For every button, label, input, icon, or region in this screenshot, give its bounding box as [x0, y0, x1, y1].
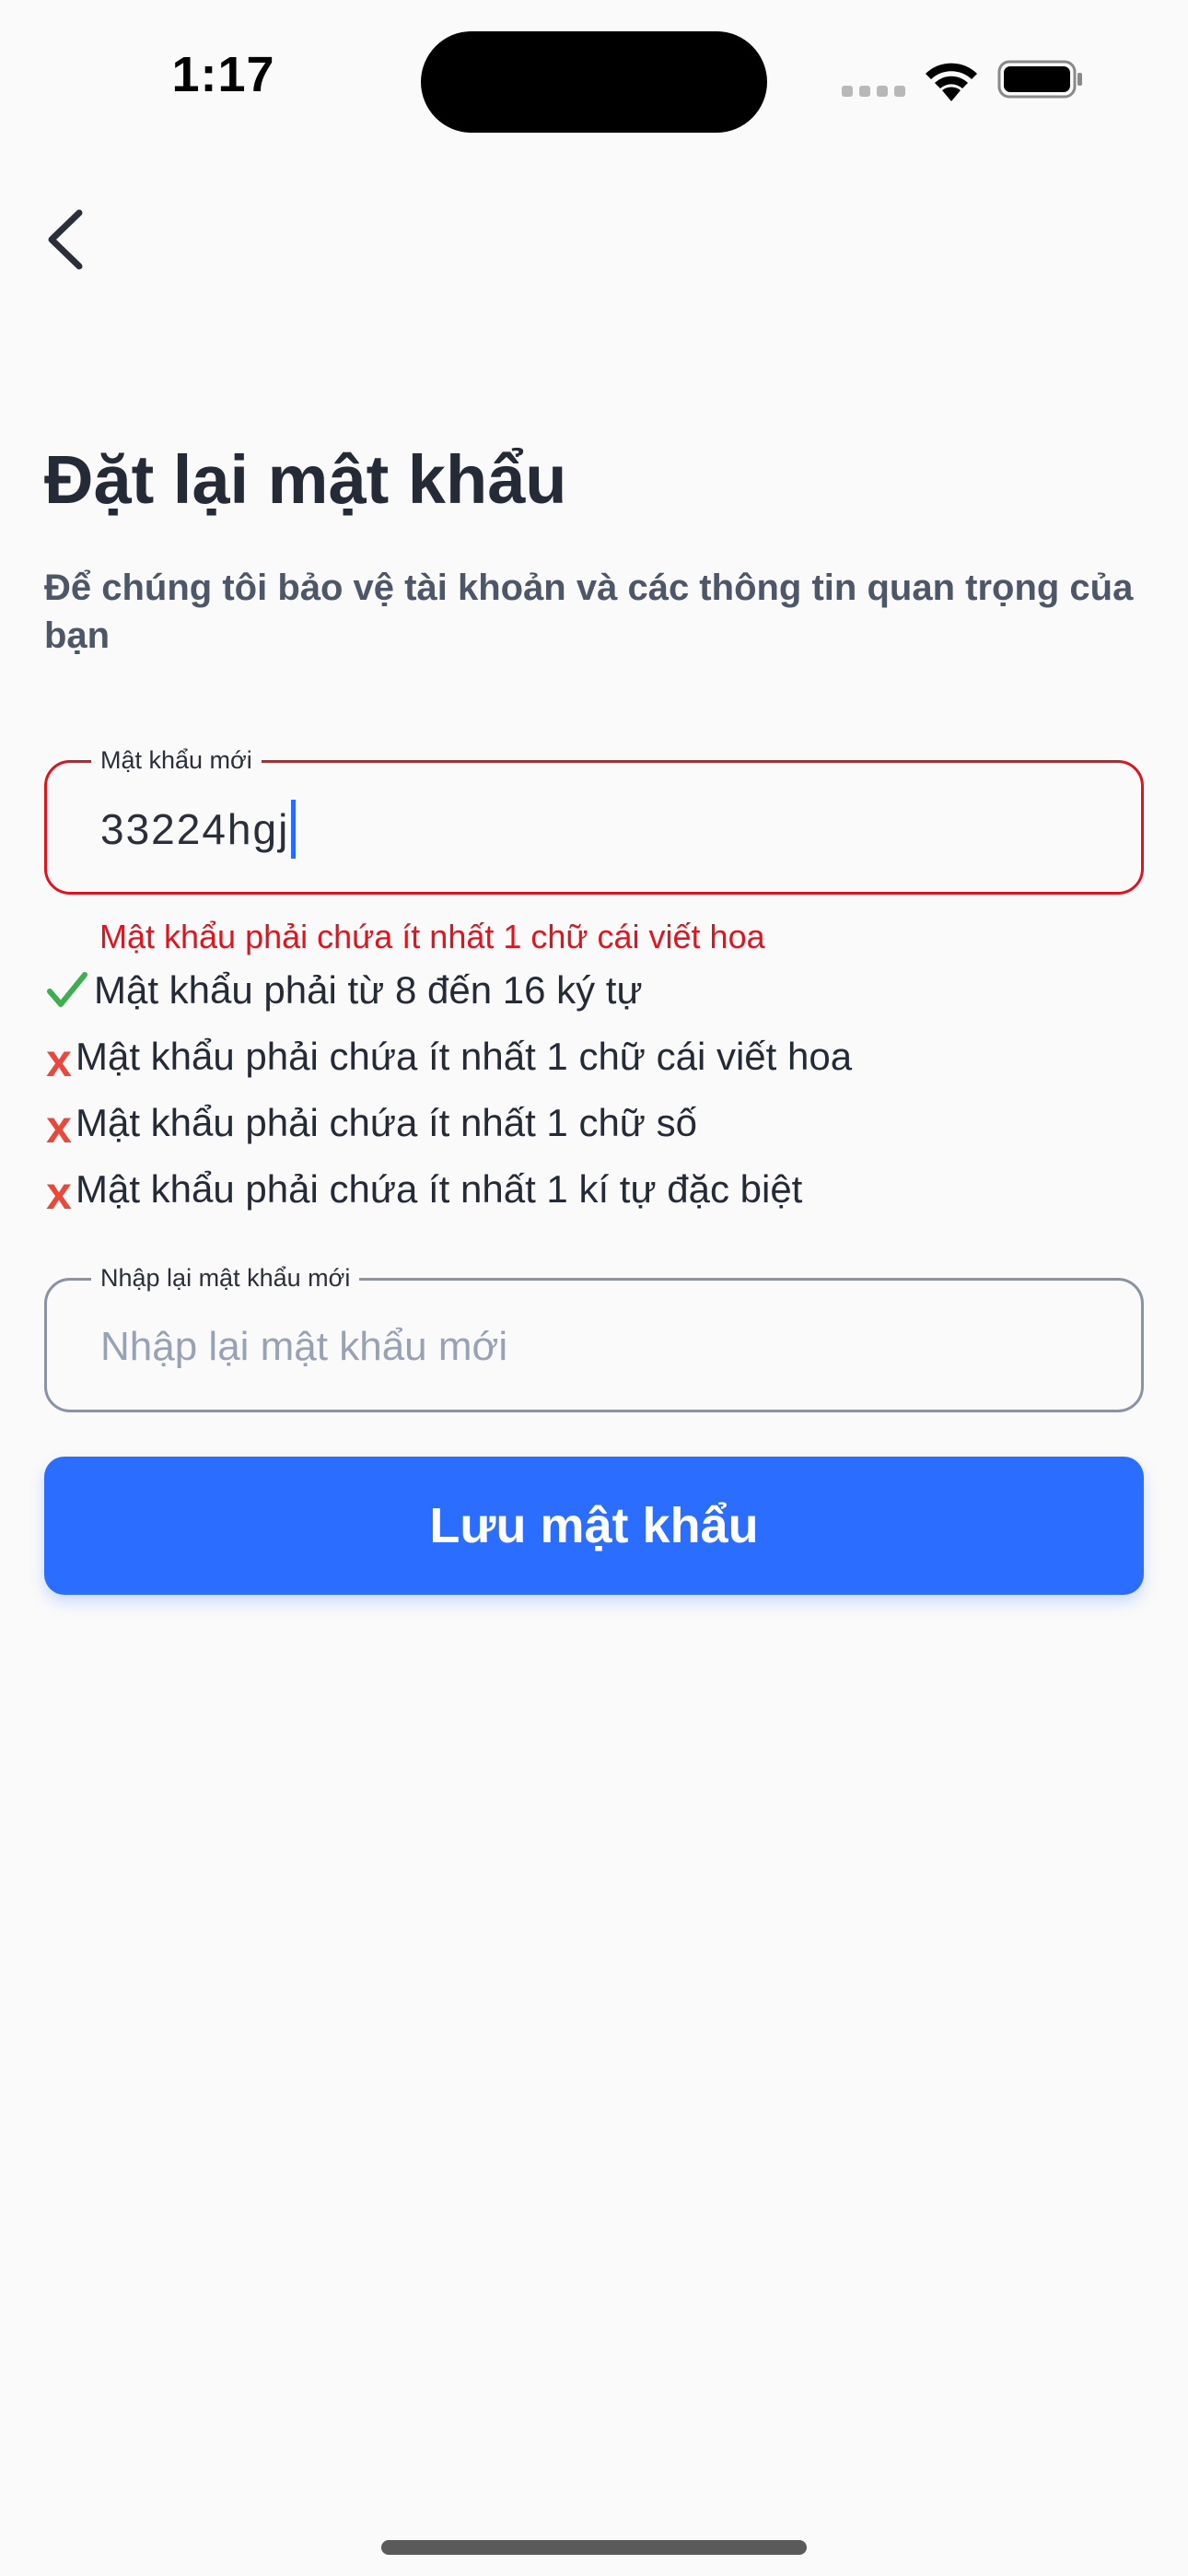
battery-icon	[997, 60, 1082, 99]
new-password-value: 33224hgj	[100, 805, 290, 853]
wifi-icon	[926, 63, 977, 101]
text-caret	[291, 800, 297, 859]
save-password-button[interactable]: Lưu mật khẩu	[44, 1457, 1144, 1595]
confirm-password-label: Nhập lại mật khẩu mới	[91, 1262, 360, 1294]
back-button[interactable]	[28, 203, 101, 276]
rule-special-char: x Mật khẩu phải chứa ít nhất 1 kí tự đặc…	[44, 1165, 803, 1219]
rule-digit: x Mật khẩu phải chứa ít nhất 1 chữ số	[44, 1099, 697, 1153]
rule-text: Mật khẩu phải chứa ít nhất 1 chữ số	[76, 1101, 697, 1144]
confirm-password-field[interactable]: Nhập lại mật khẩu mới Nhập lại mật khẩu …	[44, 1262, 1144, 1412]
rule-text: Mật khẩu phải từ 8 đến 16 ký tự	[94, 968, 643, 1012]
check-icon	[44, 966, 90, 1014]
rule-length: Mật khẩu phải từ 8 đến 16 ký tự	[44, 966, 643, 1014]
rule-text: Mật khẩu phải chứa ít nhất 1 kí tự đặc b…	[76, 1167, 803, 1211]
rule-uppercase: x Mật khẩu phải chứa ít nhất 1 chữ cái v…	[44, 1033, 853, 1086]
x-icon: x	[46, 1101, 72, 1153]
page-title: Đặt lại mật khẩu	[44, 441, 567, 518]
new-password-field[interactable]: Mật khẩu mới 33224hgj	[44, 744, 1144, 895]
x-icon: x	[46, 1035, 72, 1086]
reset-password-screen: 1:17 Đặt lại mật khẩu Để chúng tôi bảo v…	[0, 0, 1188, 2576]
home-indicator[interactable]	[381, 2540, 807, 2555]
chevron-left-icon	[48, 209, 83, 270]
dynamic-island	[421, 31, 767, 133]
new-password-input[interactable]: 33224hgj	[100, 800, 297, 859]
status-time: 1:17	[171, 47, 275, 102]
new-password-error: Mật khẩu phải chứa ít nhất 1 chữ cái viế…	[99, 918, 765, 955]
page-subtitle: Để chúng tôi bảo vệ tài khoản và các thô…	[44, 568, 1134, 656]
rule-text: Mật khẩu phải chứa ít nhất 1 chữ cái viế…	[76, 1035, 853, 1078]
new-password-label: Mật khẩu mới	[91, 744, 262, 776]
confirm-password-input[interactable]: Nhập lại mật khẩu mới	[100, 1321, 507, 1373]
x-icon: x	[46, 1167, 72, 1219]
cellular-signal-icon	[842, 86, 905, 97]
